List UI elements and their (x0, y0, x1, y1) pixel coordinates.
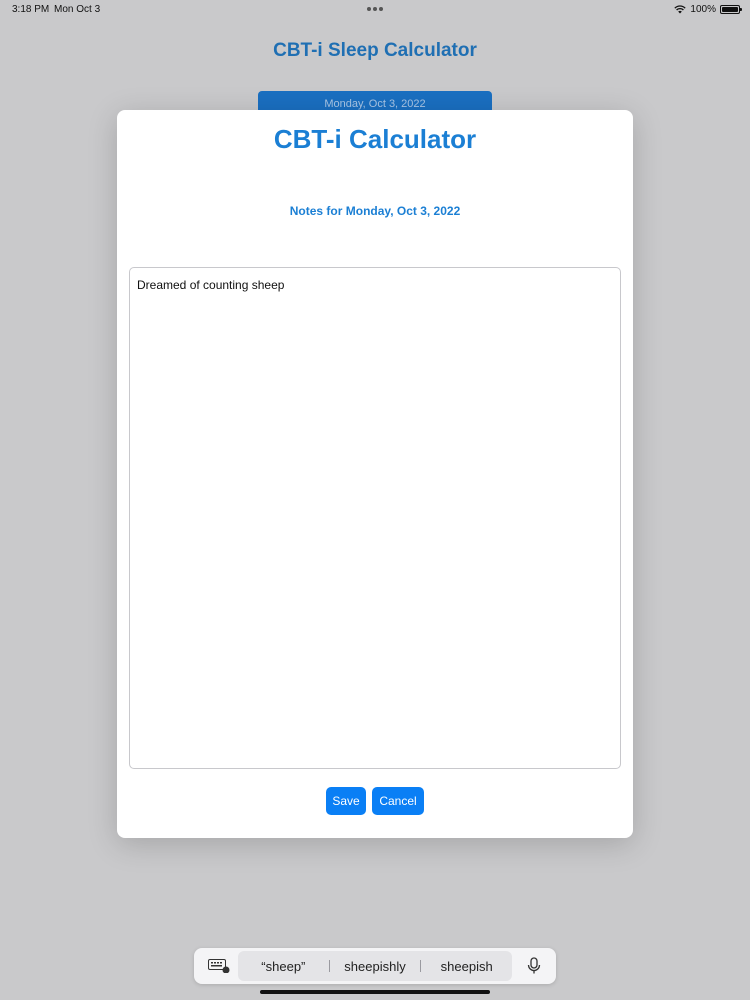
suggestion-item[interactable]: sheepish (421, 959, 512, 974)
battery-icon (720, 5, 742, 14)
keyboard-icon[interactable] (208, 959, 230, 973)
notes-modal: CBT-i Calculator Notes for Monday, Oct 3… (117, 110, 633, 838)
background-app-title: CBT-i Sleep Calculator (273, 40, 477, 61)
battery-percentage: 100% (690, 4, 716, 15)
notes-textarea[interactable]: Dreamed of counting sheep (129, 267, 621, 769)
notes-heading: Notes for Monday, Oct 3, 2022 (289, 204, 461, 218)
status-time: 3:18 PM (12, 4, 50, 15)
microphone-icon[interactable] (526, 957, 542, 975)
modal-title: CBT-i Calculator (273, 124, 477, 154)
status-indicators: 100% (674, 4, 742, 15)
status-date: Mon Oct 3 (54, 4, 101, 15)
cancel-button[interactable]: Cancel (372, 787, 424, 815)
suggestion-item[interactable]: sheepishly (330, 959, 421, 974)
suggestion-item[interactable]: “sheep” (238, 959, 329, 974)
home-indicator[interactable] (260, 990, 490, 994)
status-bar: 3:18 PM Mon Oct 3 100% (0, 0, 750, 20)
keyboard-shortcut-bar: “sheep” sheepishly sheepish (194, 948, 556, 984)
wifi-icon (674, 5, 687, 14)
predictive-suggestions: “sheep” sheepishly sheepish (238, 951, 512, 981)
multitasking-dots-icon[interactable] (367, 4, 383, 11)
save-button[interactable]: Save (326, 787, 366, 815)
